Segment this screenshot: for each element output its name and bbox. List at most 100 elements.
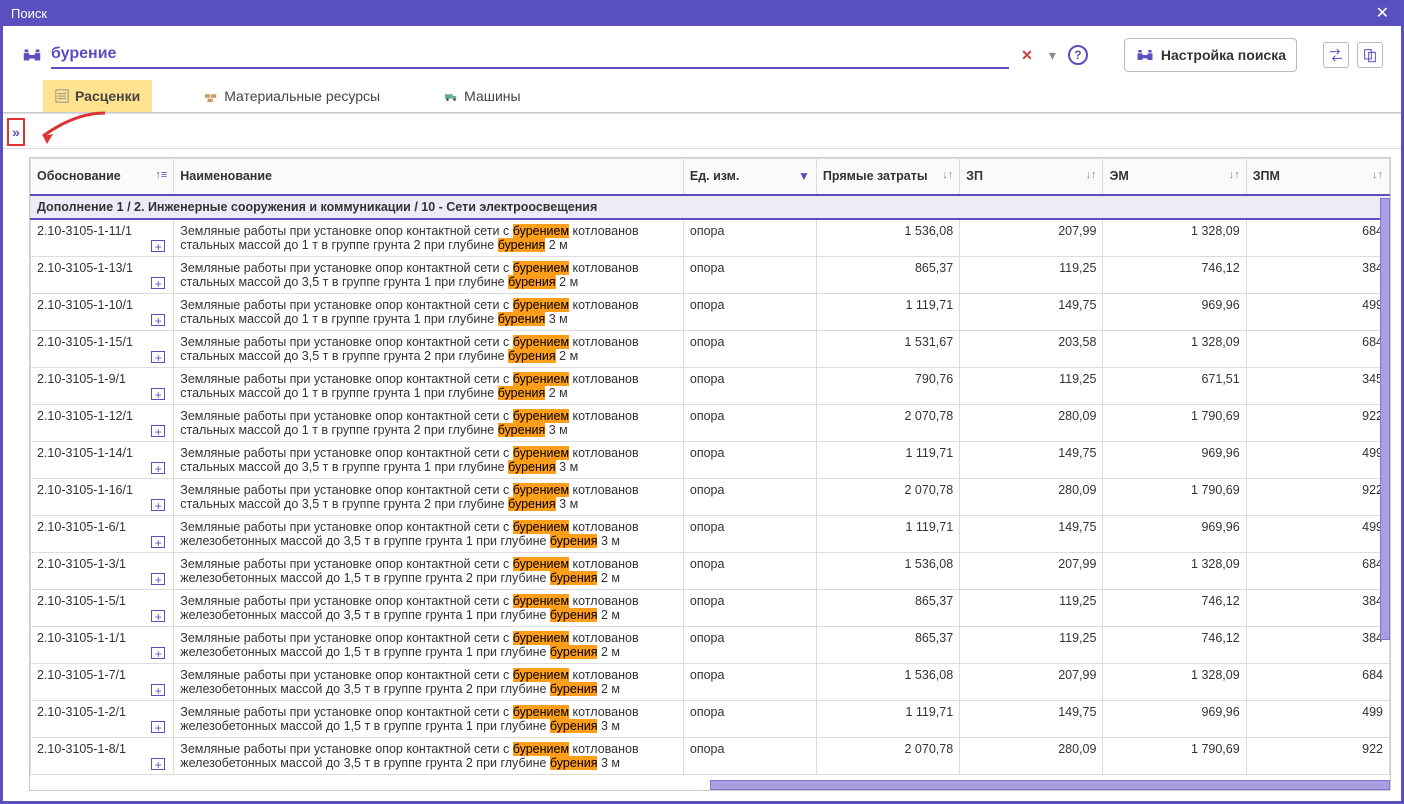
zp-cell: 119,25 (960, 589, 1103, 626)
name-cell: Земляные работы при установке опор конта… (174, 700, 684, 737)
expand-icon[interactable]: + (151, 240, 165, 252)
tab-rates[interactable]: Расценки (43, 80, 152, 112)
highlight: бурением (513, 520, 569, 534)
expand-panel-button[interactable]: » (7, 118, 25, 146)
direct-cell: 865,37 (816, 256, 959, 293)
table-row[interactable]: 2.10-3105-1-9/1+Земляные работы при уста… (31, 367, 1390, 404)
highlight: бурением (513, 298, 569, 312)
code-cell: 2.10-3105-1-5/1+ (31, 589, 174, 626)
expand-icon[interactable]: + (151, 758, 165, 770)
expand-icon[interactable]: + (151, 277, 165, 289)
direct-cell: 1 536,08 (816, 552, 959, 589)
highlight: бурением (513, 335, 569, 349)
expand-icon[interactable]: + (151, 721, 165, 733)
tab-label: Материальные ресурсы (224, 88, 380, 104)
col-direct[interactable]: Прямые затраты↓↑ (816, 159, 959, 195)
table-row[interactable]: 2.10-3105-1-14/1+Земляные работы при уст… (31, 441, 1390, 478)
search-input[interactable] (51, 41, 1009, 69)
direct-cell: 2 070,78 (816, 737, 959, 774)
duplicate-button[interactable] (1357, 42, 1383, 68)
code-cell: 2.10-3105-1-2/1+ (31, 700, 174, 737)
highlight: бурением (513, 594, 569, 608)
tab-materials[interactable]: Материальные ресурсы (192, 80, 392, 112)
table-row[interactable]: 2.10-3105-1-1/1+Земляные работы при уста… (31, 626, 1390, 663)
table-row[interactable]: 2.10-3105-1-2/1+Земляные работы при уста… (31, 700, 1390, 737)
col-unit[interactable]: Ед. изм.▼ (683, 159, 816, 195)
col-zp[interactable]: ЗП↓↑ (960, 159, 1103, 195)
expand-icon[interactable]: + (151, 499, 165, 511)
highlight: бурением (513, 668, 569, 682)
zpm-cell: 922 (1246, 478, 1389, 515)
highlight: бурением (513, 742, 569, 756)
collapse-bar: » (3, 113, 1401, 149)
zpm-cell: 922 (1246, 737, 1389, 774)
table-row[interactable]: 2.10-3105-1-11/1+Земляные работы при уст… (31, 219, 1390, 257)
table-row[interactable]: 2.10-3105-1-7/1+Земляные работы при уста… (31, 663, 1390, 700)
highlight: бурения (550, 608, 598, 622)
sort-icon[interactable]: ↓↑ (1085, 169, 1096, 181)
vertical-scrollbar[interactable] (1380, 198, 1390, 640)
name-cell: Земляные работы при установке опор конта… (174, 478, 684, 515)
expand-icon[interactable]: + (151, 388, 165, 400)
sort-icon[interactable]: ↓↑ (942, 169, 953, 181)
expand-icon[interactable]: + (151, 610, 165, 622)
sort-icon[interactable]: ↑≡ (155, 169, 167, 181)
expand-icon[interactable]: + (151, 351, 165, 363)
name-cell: Земляные работы при установке опор конта… (174, 367, 684, 404)
search-dropdown-icon[interactable]: ▾ (1045, 47, 1060, 64)
code-cell: 2.10-3105-1-11/1+ (31, 219, 174, 257)
unit-cell: опора (683, 589, 816, 626)
em-cell: 1 328,09 (1103, 330, 1246, 367)
em-cell: 969,96 (1103, 441, 1246, 478)
expand-icon[interactable]: + (151, 314, 165, 326)
table-row[interactable]: 2.10-3105-1-5/1+Земляные работы при уста… (31, 589, 1390, 626)
highlight: бурения (498, 423, 546, 437)
name-cell: Земляные работы при установке опор конта… (174, 330, 684, 367)
code-cell: 2.10-3105-1-1/1+ (31, 626, 174, 663)
expand-icon[interactable]: + (151, 573, 165, 585)
col-em[interactable]: ЭМ↓↑ (1103, 159, 1246, 195)
code-cell: 2.10-3105-1-9/1+ (31, 367, 174, 404)
col-zpm[interactable]: ЗПМ↓↑ (1246, 159, 1389, 195)
expand-icon[interactable]: + (151, 462, 165, 474)
expand-icon[interactable]: + (151, 536, 165, 548)
zpm-cell: 684 (1246, 663, 1389, 700)
col-name[interactable]: Наименование (174, 159, 684, 195)
highlight: бурения (508, 460, 556, 474)
table-row[interactable]: 2.10-3105-1-15/1+Земляные работы при уст… (31, 330, 1390, 367)
code-cell: 2.10-3105-1-8/1+ (31, 737, 174, 774)
zp-cell: 119,25 (960, 256, 1103, 293)
sort-icon[interactable]: ↓↑ (1229, 169, 1240, 181)
em-cell: 671,51 (1103, 367, 1246, 404)
unit-cell: опора (683, 367, 816, 404)
search-toolbar: ✕ ▾ ? Настройка поиска (3, 26, 1401, 80)
expand-icon[interactable]: + (151, 425, 165, 437)
section-row[interactable]: Дополнение 1 / 2. Инженерные сооружения … (31, 195, 1390, 219)
close-icon[interactable]: ✕ (1372, 3, 1393, 23)
table-row[interactable]: 2.10-3105-1-10/1+Земляные работы при уст… (31, 293, 1390, 330)
table-row[interactable]: 2.10-3105-1-16/1+Земляные работы при уст… (31, 478, 1390, 515)
col-code[interactable]: Обоснование↑≡ (31, 159, 174, 195)
highlight: бурения (498, 238, 546, 252)
results-grid[interactable]: Обоснование↑≡ Наименование Ед. изм.▼ Пря… (29, 157, 1391, 791)
help-icon[interactable]: ? (1068, 45, 1088, 65)
table-row[interactable]: 2.10-3105-1-6/1+Земляные работы при уста… (31, 515, 1390, 552)
direct-cell: 1 119,71 (816, 515, 959, 552)
clear-search-icon[interactable]: ✕ (1017, 47, 1037, 64)
em-cell: 1 790,69 (1103, 404, 1246, 441)
table-row[interactable]: 2.10-3105-1-3/1+Земляные работы при уста… (31, 552, 1390, 589)
expand-icon[interactable]: + (151, 684, 165, 696)
name-cell: Земляные работы при установке опор конта… (174, 515, 684, 552)
table-row[interactable]: 2.10-3105-1-13/1+Земляные работы при уст… (31, 256, 1390, 293)
highlight: бурением (513, 446, 569, 460)
filter-icon[interactable]: ▼ (798, 169, 810, 183)
table-row[interactable]: 2.10-3105-1-12/1+Земляные работы при уст… (31, 404, 1390, 441)
transfer-button[interactable] (1323, 42, 1349, 68)
zpm-cell: 499 (1246, 515, 1389, 552)
table-row[interactable]: 2.10-3105-1-8/1+Земляные работы при уста… (31, 737, 1390, 774)
expand-icon[interactable]: + (151, 647, 165, 659)
search-settings-button[interactable]: Настройка поиска (1124, 38, 1297, 72)
sort-icon[interactable]: ↓↑ (1372, 169, 1383, 181)
horizontal-scrollbar[interactable] (710, 780, 1390, 790)
tab-machines[interactable]: Машины (432, 80, 532, 112)
